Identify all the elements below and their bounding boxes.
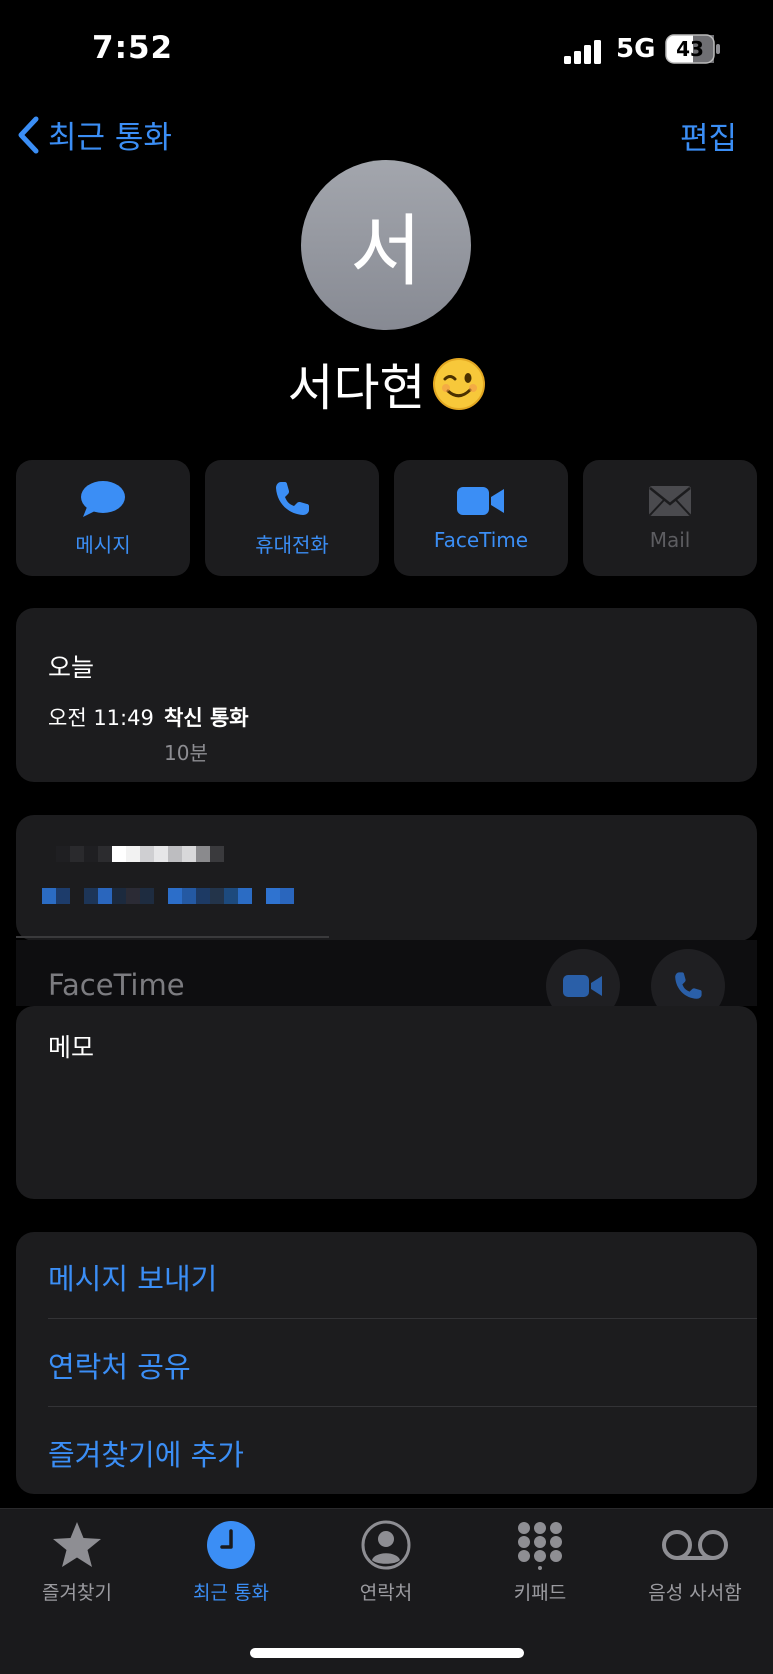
mail-icon xyxy=(649,486,691,516)
mail-label: Mail xyxy=(649,528,691,552)
call-duration: 10분 xyxy=(164,741,208,765)
home-indicator[interactable] xyxy=(250,1648,524,1658)
clock-icon xyxy=(207,1521,255,1569)
video-camera-icon xyxy=(457,487,504,515)
tab-favorites[interactable]: 즐겨찾기 xyxy=(12,1520,142,1605)
share-contact-link[interactable]: 연락처 공유 xyxy=(48,1344,191,1386)
facetime-label: FaceTime xyxy=(433,528,529,552)
message-action-label: 메시지 xyxy=(75,532,131,557)
memo-card[interactable] xyxy=(16,1006,757,1199)
mobile-call-button[interactable]: 휴대전화 xyxy=(205,460,379,576)
tab-contacts-label: 연락처 xyxy=(359,1582,413,1604)
phone-number-card[interactable] xyxy=(16,815,757,941)
person-circle-icon xyxy=(361,1520,411,1570)
chevron-left-icon xyxy=(18,116,39,153)
phone-icon xyxy=(276,481,309,515)
edit-button[interactable]: 편집 xyxy=(680,113,737,158)
facetime-button[interactable]: FaceTime xyxy=(394,460,568,576)
back-button[interactable]: 최근 통화 xyxy=(16,112,172,157)
phone-icon xyxy=(675,972,702,999)
battery-icon: 43 xyxy=(665,34,721,64)
tab-recents-label: 최근 통화 xyxy=(193,1582,269,1604)
tab-keypad[interactable]: 키패드 xyxy=(475,1520,605,1605)
message-action-button[interactable]: 메시지 xyxy=(16,460,190,576)
tab-keypad-label: 키패드 xyxy=(513,1582,567,1604)
keypad-icon xyxy=(518,1522,562,1570)
winking-face-icon xyxy=(432,358,485,410)
tab-voicemail-label: 음성 사서함 xyxy=(648,1582,742,1604)
facetime-row-label: FaceTime xyxy=(48,968,185,1002)
network-type: 5G xyxy=(616,34,656,64)
message-bubble-icon xyxy=(81,480,125,517)
signal-icon xyxy=(564,40,601,64)
star-icon xyxy=(53,1522,101,1567)
redacted-phone-label xyxy=(56,846,224,862)
status-time: 7:52 xyxy=(92,30,174,66)
back-label: 최근 통화 xyxy=(48,120,172,156)
video-camera-icon xyxy=(563,975,602,997)
add-to-favorites-link[interactable]: 즐겨찾기에 추가 xyxy=(48,1432,244,1474)
call-time: 오전 11:49 xyxy=(48,706,154,730)
recent-calls-card xyxy=(16,608,757,782)
call-date-label: 오늘 xyxy=(48,653,95,682)
redacted-phone-number xyxy=(42,888,294,904)
battery-level: 43 xyxy=(676,37,704,61)
contact-name-row: 서다현 xyxy=(0,348,773,420)
contact-name: 서다현 xyxy=(287,359,426,417)
memo-label: 메모 xyxy=(48,1033,95,1062)
tab-contacts[interactable]: 연락처 xyxy=(321,1520,451,1605)
tab-recents[interactable]: 최근 통화 xyxy=(166,1520,296,1605)
list-divider xyxy=(48,1406,757,1407)
avatar: 서 xyxy=(301,160,471,330)
mobile-call-label: 휴대전화 xyxy=(255,532,329,557)
call-type: 착신 통화 xyxy=(164,706,249,730)
tab-voicemail[interactable]: 음성 사서함 xyxy=(630,1520,760,1605)
row-divider xyxy=(16,936,329,938)
send-message-link[interactable]: 메시지 보내기 xyxy=(48,1256,217,1298)
list-divider xyxy=(48,1318,757,1319)
mail-button[interactable]: Mail xyxy=(583,460,757,576)
voicemail-icon xyxy=(662,1530,728,1560)
tab-favorites-label: 즐겨찾기 xyxy=(42,1582,112,1604)
avatar-initial: 서 xyxy=(350,207,422,297)
